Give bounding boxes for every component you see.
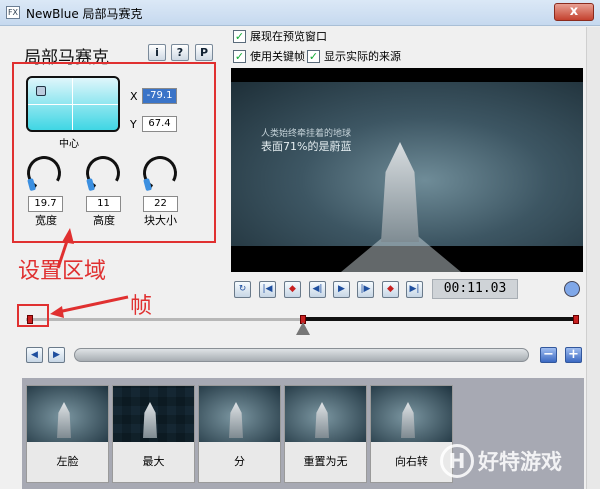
region-arrowhead-icon [62,228,74,244]
frame-highlight-box [17,304,49,327]
watermark-logo: H [440,444,474,478]
annotation-arrows [50,228,129,318]
frame-arrow-icon [57,295,129,314]
watermark-text: 好特游戏 [478,450,562,474]
frame-arrowhead-icon [50,306,64,318]
site-watermark: H 好特游戏 [440,444,562,478]
frame-annotation: 帧 [130,294,153,319]
